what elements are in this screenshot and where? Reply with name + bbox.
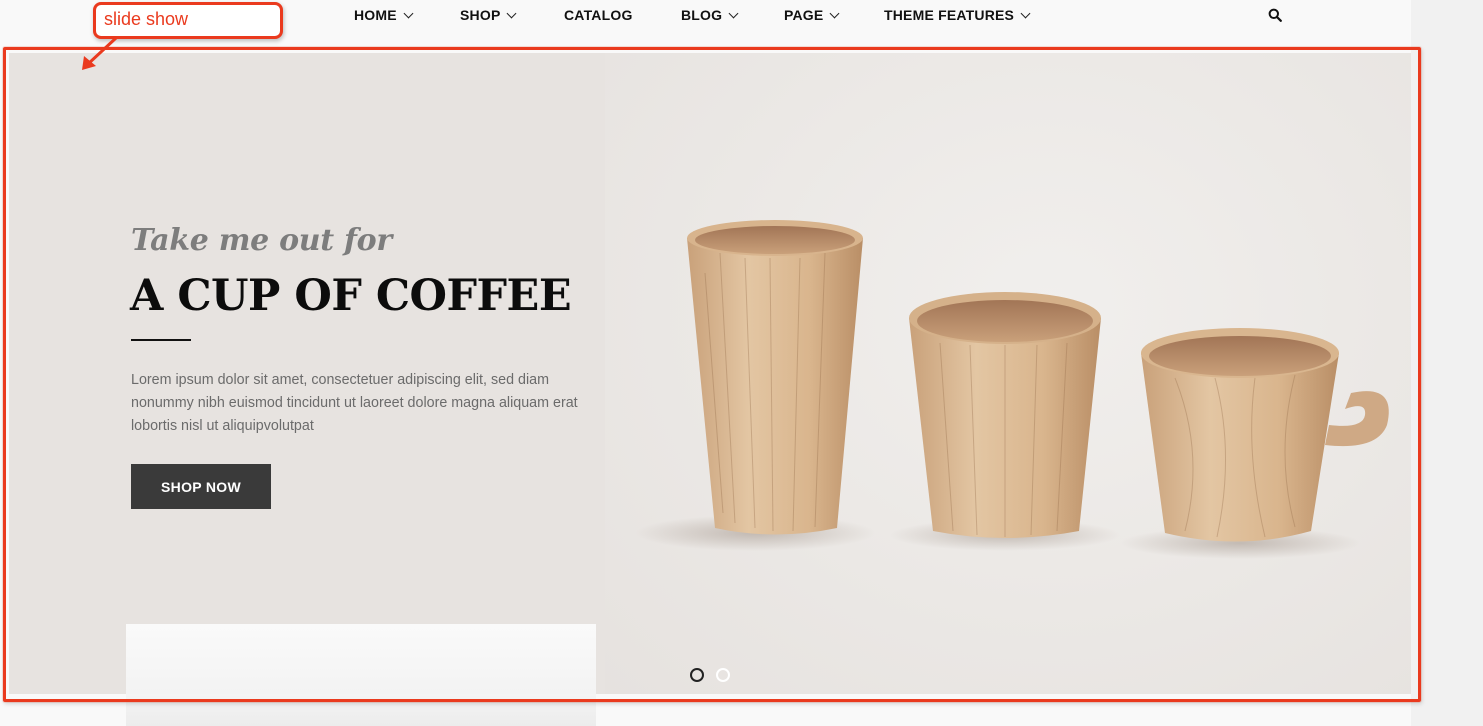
title-divider: [131, 339, 191, 341]
nav-item-blog[interactable]: BLOG: [681, 5, 739, 25]
nav-item-label: SHOP: [460, 7, 501, 23]
chevron-down-icon: [829, 8, 840, 18]
nav-item-catalog[interactable]: CATALOG: [564, 5, 633, 25]
nav-item-label: BLOG: [681, 7, 723, 23]
search-icon[interactable]: [1268, 8, 1282, 22]
wooden-cups-image: [635, 220, 1389, 559]
slide-title: A CUP OF COFFEE: [130, 271, 572, 321]
slide-dot-2[interactable]: [716, 668, 730, 682]
site-container: HOME SHOP CATALOG BLOG PAGE THEME FEATUR…: [0, 0, 1411, 726]
annotation-label: slide show: [93, 2, 283, 39]
nav-item-label: THEME FEATURES: [884, 7, 1015, 23]
slide-subtitle: Take me out for: [131, 223, 392, 258]
nav-item-shop[interactable]: SHOP: [460, 5, 517, 25]
slide-dot-1[interactable]: [690, 668, 704, 682]
chevron-down-icon: [403, 8, 414, 18]
nav-item-label: CATALOG: [564, 7, 633, 23]
nav-item-theme-features[interactable]: THEME FEATURES: [884, 5, 1031, 25]
chevron-down-icon: [728, 8, 739, 18]
slide-description: Lorem ipsum dolor sit amet, consectetuer…: [131, 372, 578, 434]
paper-card-decoration: [126, 624, 596, 694]
below-section-preview: [126, 694, 596, 726]
nav-item-page[interactable]: PAGE: [784, 5, 840, 25]
shop-now-button[interactable]: SHOP NOW: [131, 464, 271, 509]
chevron-down-icon: [1020, 8, 1031, 18]
nav-item-home[interactable]: HOME: [354, 5, 414, 25]
hero-slideshow: Take me out for A CUP OF COFFEE Lorem ip…: [9, 53, 1411, 694]
nav-item-label: PAGE: [784, 7, 824, 23]
chevron-down-icon: [507, 8, 517, 18]
nav-item-label: HOME: [354, 7, 397, 23]
